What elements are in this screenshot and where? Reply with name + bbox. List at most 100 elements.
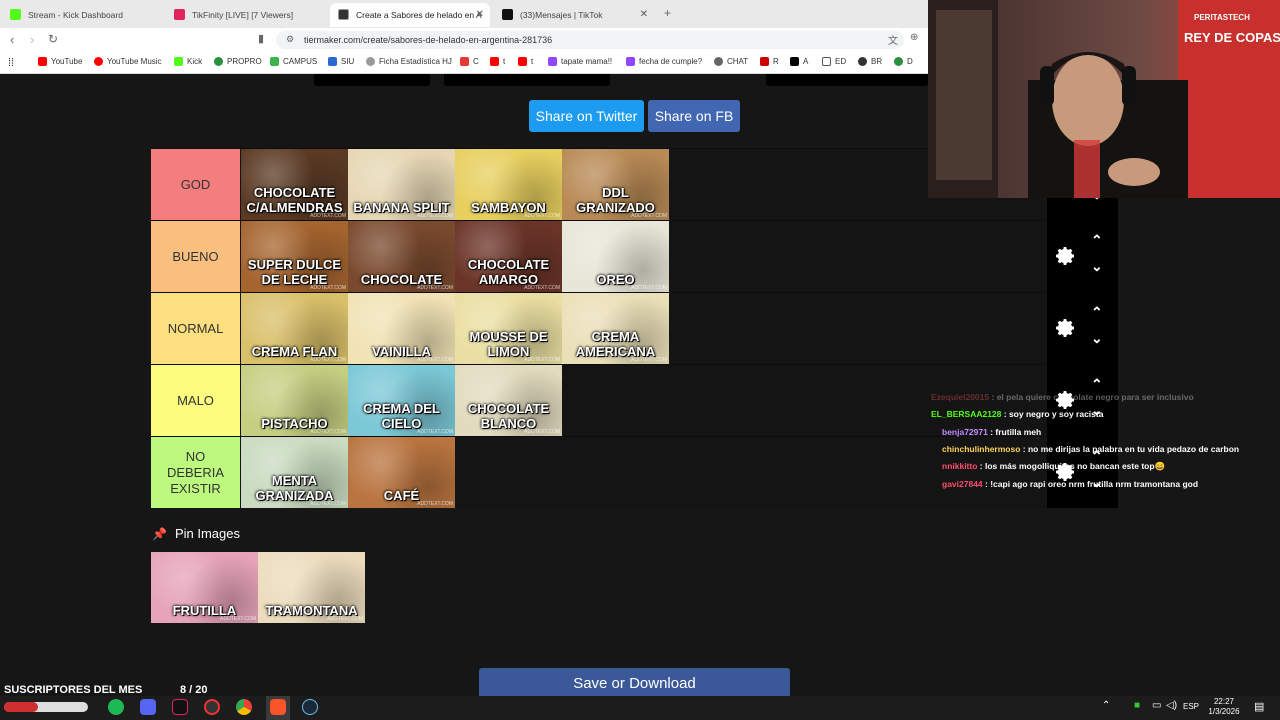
gear-icon[interactable] bbox=[1053, 244, 1077, 268]
tiktok-icon[interactable] bbox=[172, 699, 188, 715]
bookmark-chat[interactable]: CHAT bbox=[714, 57, 748, 66]
bookmark-br[interactable]: BR bbox=[858, 57, 882, 66]
back-icon[interactable]: ‹ bbox=[10, 32, 14, 47]
tier-item[interactable]: DDL GRANIZADO ADDTEXT.COM bbox=[562, 149, 669, 220]
tier-item[interactable]: CHOCOLATE C/ALMENDRAS ADDTEXT.COM bbox=[241, 149, 348, 220]
chat-username[interactable]: Ezequiel20015 bbox=[931, 392, 989, 402]
new-tab-icon[interactable]: + bbox=[664, 6, 671, 20]
bookmark-t1[interactable]: t bbox=[490, 57, 505, 66]
move-down-icon[interactable]: ⌄ bbox=[1091, 330, 1103, 347]
clock[interactable]: 22:27 1/3/2026 bbox=[1206, 697, 1242, 717]
item-watermark: ADDTEXT.COM bbox=[417, 429, 453, 435]
bookmark-c[interactable]: C bbox=[460, 57, 479, 66]
network-icon[interactable]: ▭ bbox=[1152, 700, 1161, 711]
tier-item[interactable]: MENTA GRANIZADA ADDTEXT.COM bbox=[241, 437, 348, 508]
tab-title: TikFinity [LIVE] [7 Viewers] bbox=[192, 10, 294, 20]
tab-kick-dashboard[interactable]: Stream - Kick Dashboard bbox=[2, 3, 162, 27]
language-indicator[interactable]: ESP bbox=[1183, 702, 1199, 711]
tier-item[interactable]: MOUSSE DE LIMON ADDTEXT.COM bbox=[455, 293, 562, 364]
chrome-icon[interactable] bbox=[236, 699, 252, 715]
tier-item[interactable]: CREMA DEL CIELO ADDTEXT.COM bbox=[348, 365, 455, 436]
gear-icon[interactable] bbox=[1053, 316, 1077, 340]
tier-row: NO DEBERIA EXISTIR MENTA GRANIZADA ADDTEXT… bbox=[151, 436, 1047, 508]
bookmark-cumple[interactable]: fecha de cumple? bbox=[626, 57, 702, 66]
bookmark-propro[interactable]: PROPRO bbox=[214, 57, 262, 66]
site-info-icon[interactable]: ⚙ bbox=[286, 34, 294, 45]
tab-tikfinity[interactable]: TikFinity [LIVE] [7 Viewers] bbox=[166, 3, 326, 27]
chat-message: Ezequiel20015 : el pela quiere chocolate… bbox=[931, 392, 1194, 402]
pinned-item[interactable]: FRUTILLA ADDTEXT.COM bbox=[151, 552, 258, 623]
translate-icon[interactable]: 文 bbox=[888, 32, 898, 47]
bookmark-label: BR bbox=[871, 57, 883, 66]
notifications-icon[interactable]: ▤ bbox=[1254, 700, 1264, 713]
save-download-button[interactable]: Save or Download bbox=[479, 668, 790, 696]
tier-label[interactable]: GOD bbox=[151, 149, 240, 220]
close-tab-icon[interactable]: ✕ bbox=[476, 9, 484, 20]
item-watermark: ADDTEXT.COM bbox=[310, 285, 346, 291]
tier-item[interactable]: OREO ADDTEXT.COM bbox=[562, 221, 669, 292]
url-field[interactable]: ⚙ tiermaker.com/create/sabores-de-helado… bbox=[276, 31, 904, 49]
taskbar-active-app[interactable] bbox=[266, 696, 290, 720]
close-tab-icon[interactable]: ✕ bbox=[640, 9, 648, 20]
language-text: ESP bbox=[1183, 702, 1200, 711]
bookmark-icon[interactable]: ▮ bbox=[258, 32, 264, 45]
bookmark-youtube-music[interactable]: YouTube Music bbox=[94, 57, 162, 66]
br-icon bbox=[858, 57, 867, 66]
tab-tiermaker[interactable]: Create a Sabores de helado en A ✕ bbox=[330, 3, 490, 27]
pinned-item[interactable]: TRAMONTANA ADDTEXT.COM bbox=[258, 552, 365, 623]
reload-icon[interactable]: ↻ bbox=[48, 32, 58, 46]
bookmark-siu[interactable]: SIU bbox=[328, 57, 354, 66]
bookmark-ficha[interactable]: Ficha Estadística HJ bbox=[366, 57, 452, 66]
tier-item[interactable]: CREMA FLAN ADDTEXT.COM bbox=[241, 293, 348, 364]
discord-icon[interactable] bbox=[140, 699, 156, 715]
tier-item[interactable]: SUPER DULCE DE LECHE ADDTEXT.COM bbox=[241, 221, 348, 292]
clock-date: 1/3/2026 bbox=[1208, 707, 1240, 716]
tier-item[interactable]: BANANA SPLIT ADDTEXT.COM bbox=[348, 149, 455, 220]
spotify-icon[interactable] bbox=[108, 699, 124, 715]
bookmark-t2[interactable]: t bbox=[518, 57, 533, 66]
forward-icon[interactable]: › bbox=[30, 32, 34, 47]
tray-chevron-icon[interactable]: ⌃ bbox=[1102, 700, 1110, 711]
tab-tiktok[interactable]: (33)Mensajes | TikTok ✕ bbox=[494, 3, 654, 27]
tab-title: Stream - Kick Dashboard bbox=[28, 10, 123, 20]
bookmark-a[interactable]: A bbox=[790, 57, 808, 66]
youtube-icon bbox=[490, 57, 499, 66]
zoom-icon[interactable]: ⊕ bbox=[910, 32, 918, 43]
chat-username[interactable]: benja72971 bbox=[942, 427, 988, 437]
chat-username[interactable]: chinchulinhermoso bbox=[942, 444, 1020, 454]
tier-item[interactable]: VAINILLA ADDTEXT.COM bbox=[348, 293, 455, 364]
volume-icon[interactable]: ◁) bbox=[1166, 700, 1177, 711]
tier-label[interactable]: BUENO bbox=[151, 221, 240, 292]
tier-item[interactable]: CHOCOLATE AMARGO ADDTEXT.COM bbox=[455, 221, 562, 292]
tier-item[interactable]: CREMA AMERICANA ADDTEXT.COM bbox=[562, 293, 669, 364]
tier-item[interactable]: CHOCOLATE ADDTEXT.COM bbox=[348, 221, 455, 292]
chat-username[interactable]: EL_BERSAA2128 bbox=[931, 409, 1001, 419]
apps-grid-icon[interactable]: ⁞⁞ bbox=[8, 57, 14, 69]
tier-label[interactable]: MALO bbox=[151, 365, 240, 436]
tier-item[interactable]: PISTACHO ADDTEXT.COM bbox=[241, 365, 348, 436]
bookmark-campus[interactable]: CAMPUS bbox=[270, 57, 317, 66]
bookmark-youtube[interactable]: YouTube bbox=[38, 57, 82, 66]
campus-icon bbox=[270, 57, 279, 66]
youtube-music-icon bbox=[94, 57, 103, 66]
tray-app-icon[interactable]: ■ bbox=[1134, 700, 1140, 711]
obs-icon[interactable] bbox=[204, 699, 220, 715]
tier-item[interactable]: CHOCOLATE BLANCO ADDTEXT.COM bbox=[455, 365, 562, 436]
tier-label[interactable]: NO DEBERIA EXISTIR bbox=[151, 437, 240, 508]
bookmark-r[interactable]: R bbox=[760, 57, 779, 66]
item-watermark: ADDTEXT.COM bbox=[417, 501, 453, 507]
tier-item[interactable]: CAFÉ ADDTEXT.COM bbox=[348, 437, 455, 508]
chat-username[interactable]: gavi27844 bbox=[942, 479, 983, 489]
bookmark-d[interactable]: D bbox=[894, 57, 913, 66]
tier-label[interactable]: NORMAL bbox=[151, 293, 240, 364]
move-up-icon[interactable]: ⌃ bbox=[1091, 304, 1103, 321]
bookmark-tapate[interactable]: tapate mama!! bbox=[548, 57, 612, 66]
tier-item[interactable]: SAMBAYON ADDTEXT.COM bbox=[455, 149, 562, 220]
move-down-icon[interactable]: ⌄ bbox=[1091, 258, 1103, 275]
move-up-icon[interactable]: ⌃ bbox=[1091, 232, 1103, 249]
bookmark-ed[interactable]: ED bbox=[822, 57, 846, 66]
chat-username[interactable]: nnikkitto bbox=[942, 461, 977, 471]
bookmark-kick[interactable]: Kick bbox=[174, 57, 202, 66]
steam-icon[interactable] bbox=[302, 699, 318, 715]
item-watermark: ADDTEXT.COM bbox=[310, 357, 346, 363]
